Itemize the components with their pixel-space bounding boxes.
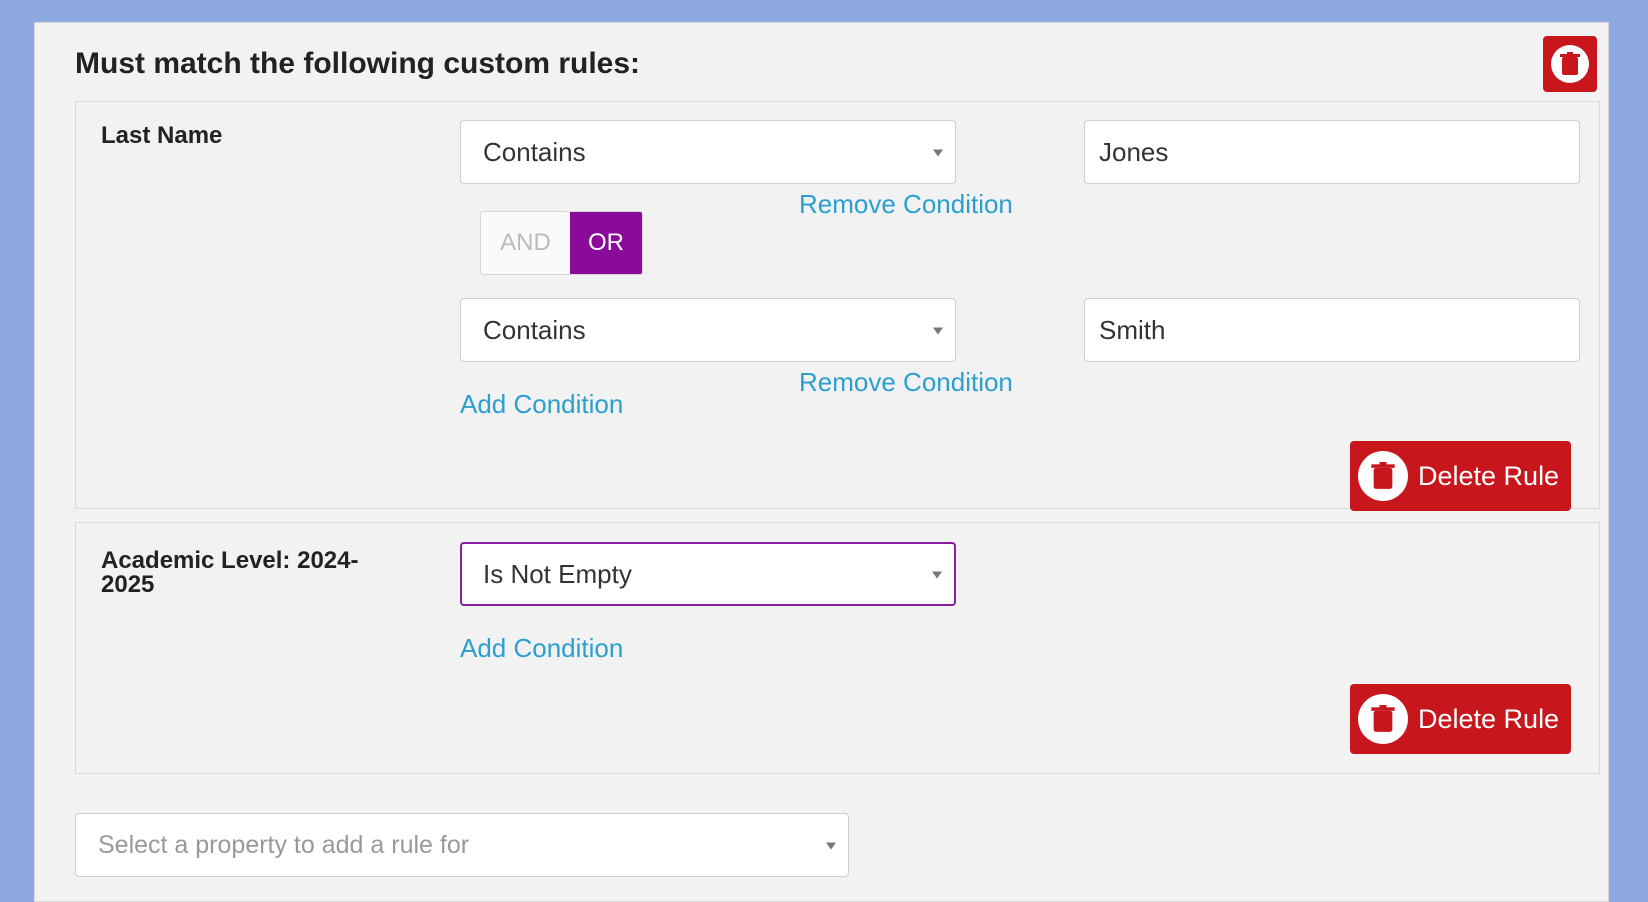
select-value: Contains <box>483 314 586 345</box>
add-condition-link[interactable]: Add Condition <box>460 389 623 420</box>
rule-label-line2: 2025 <box>101 571 155 599</box>
chevron-down-icon <box>932 571 942 579</box>
condition-operator-select[interactable]: Contains <box>460 298 956 362</box>
or-toggle-option[interactable]: OR <box>570 212 642 274</box>
delete-rule-label: Delete Rule <box>1418 460 1560 491</box>
remove-condition-link[interactable]: Remove Condition <box>799 189 1013 220</box>
property-select[interactable]: Select a property to add a rule for <box>75 813 849 877</box>
chevron-down-icon <box>933 149 943 157</box>
condition-operator-select[interactable]: Is Not Empty <box>460 542 956 606</box>
select-value: Is Not Empty <box>483 558 632 589</box>
condition-value-input[interactable] <box>1084 298 1580 362</box>
property-select-placeholder: Select a property to add a rule for <box>98 830 470 859</box>
delete-rule-button[interactable]: Delete Rule <box>1350 684 1571 754</box>
add-condition-link[interactable]: Add Condition <box>460 633 623 664</box>
condition-value-input[interactable] <box>1084 120 1580 184</box>
delete-rule-label: Delete Rule <box>1418 703 1560 734</box>
custom-rules-panel: Must match the following custom rules: L… <box>34 22 1609 902</box>
condition-operator-select[interactable]: Contains <box>460 120 956 184</box>
chevron-down-icon <box>933 327 943 335</box>
rule-label-line1: Academic Level: 2024- <box>101 547 359 574</box>
trash-icon <box>1551 45 1589 83</box>
panel-title: Must match the following custom rules: <box>75 47 641 80</box>
logic-toggle[interactable]: AND OR <box>480 211 643 275</box>
delete-all-rules-button[interactable] <box>1543 36 1597 92</box>
delete-rule-button[interactable]: Delete Rule <box>1350 441 1571 511</box>
select-value: Contains <box>483 136 586 167</box>
remove-condition-link[interactable]: Remove Condition <box>799 367 1013 398</box>
and-toggle-option[interactable]: AND <box>481 212 570 274</box>
rule-label: Academic Level: 2024- 2025 <box>101 547 359 599</box>
rule-academic-level: Academic Level: 2024- 2025 Is Not Empty … <box>75 522 1600 774</box>
trash-icon <box>1358 451 1408 501</box>
chevron-down-icon <box>826 842 836 850</box>
trash-icon <box>1358 694 1408 744</box>
rule-label: Last Name <box>101 122 223 149</box>
rule-last-name: Last Name Contains Remove Condition AND … <box>75 101 1600 511</box>
